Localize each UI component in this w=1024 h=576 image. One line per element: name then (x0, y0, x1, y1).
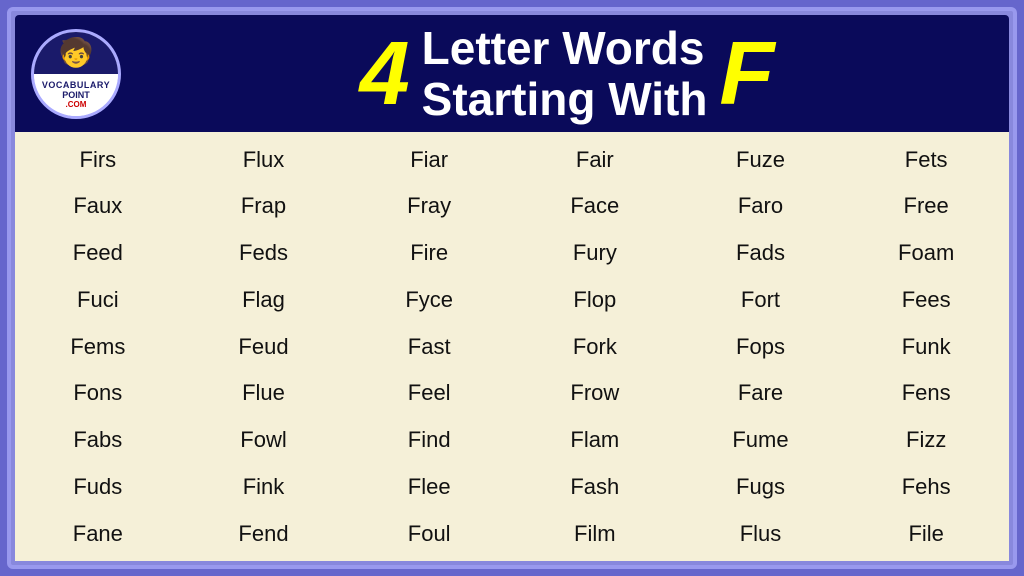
letter-f: F (719, 29, 774, 119)
word-cell: Feel (346, 370, 512, 417)
word-cell: Fons (15, 370, 181, 417)
word-cell: Fire (346, 230, 512, 277)
logo-com: .COM (66, 100, 87, 109)
word-cell: Faux (15, 183, 181, 230)
word-cell: Fugs (678, 463, 844, 510)
word-cell: Fume (678, 417, 844, 464)
word-cell: Flux (181, 136, 347, 183)
word-cell: Funk (843, 323, 1009, 370)
word-cell: Fyce (346, 276, 512, 323)
word-cell: Fury (512, 230, 678, 277)
header-title: 4 Letter Words Starting With F (141, 23, 993, 124)
mascot-icon: 🧒 (59, 39, 94, 67)
word-cell: Fash (512, 463, 678, 510)
word-cell: Flam (512, 417, 678, 464)
word-cell: Firs (15, 136, 181, 183)
main-container: 🧒 VOCABULARY POINT .COM 4 Letter Words S… (7, 7, 1017, 569)
word-cell: Fees (843, 276, 1009, 323)
word-cell: Fets (843, 136, 1009, 183)
word-cell: Feds (181, 230, 347, 277)
word-cell: Flee (346, 463, 512, 510)
word-cell: Fads (678, 230, 844, 277)
word-cell: Fink (181, 463, 347, 510)
word-cell: Fops (678, 323, 844, 370)
word-cell: Fort (678, 276, 844, 323)
word-cell: Frow (512, 370, 678, 417)
word-cell: Fizz (843, 417, 1009, 464)
word-cell: Fare (678, 370, 844, 417)
word-cell: Fuze (678, 136, 844, 183)
word-cell: Feud (181, 323, 347, 370)
word-cell: Free (843, 183, 1009, 230)
word-cell: Fems (15, 323, 181, 370)
word-cell: Fane (15, 510, 181, 557)
word-cell: Fair (512, 136, 678, 183)
word-cell: Fehs (843, 463, 1009, 510)
word-cell: Fray (346, 183, 512, 230)
title-text: Letter Words Starting With (422, 23, 708, 124)
header: 🧒 VOCABULARY POINT .COM 4 Letter Words S… (15, 15, 1009, 132)
word-cell: Flus (678, 510, 844, 557)
logo-vocab: VOCABULARY (42, 80, 110, 90)
word-cell: File (843, 510, 1009, 557)
words-grid: FirsFluxFiarFairFuzeFets FauxFrapFrayFace… (15, 132, 1009, 561)
word-cell: Flag (181, 276, 347, 323)
word-cell: Foul (346, 510, 512, 557)
word-cell: Find (346, 417, 512, 464)
word-cell: Fowl (181, 417, 347, 464)
word-cell: Fiar (346, 136, 512, 183)
word-cell: Flop (512, 276, 678, 323)
word-cell: Fens (843, 370, 1009, 417)
word-cell: Fast (346, 323, 512, 370)
word-cell: Film (512, 510, 678, 557)
word-cell: Fend (181, 510, 347, 557)
title-line1: Letter Words (422, 23, 708, 74)
word-cell: Foam (843, 230, 1009, 277)
word-cell: Frap (181, 183, 347, 230)
number-4: 4 (360, 29, 410, 119)
word-cell: Fuci (15, 276, 181, 323)
word-cell: Faro (678, 183, 844, 230)
word-cell: Fabs (15, 417, 181, 464)
logo: 🧒 VOCABULARY POINT .COM (31, 29, 121, 119)
word-cell: Face (512, 183, 678, 230)
word-cell: Flue (181, 370, 347, 417)
word-cell: Fork (512, 323, 678, 370)
logo-point: POINT (62, 90, 90, 100)
word-cell: Fuds (15, 463, 181, 510)
word-cell: Feed (15, 230, 181, 277)
title-line2: Starting With (422, 74, 708, 125)
